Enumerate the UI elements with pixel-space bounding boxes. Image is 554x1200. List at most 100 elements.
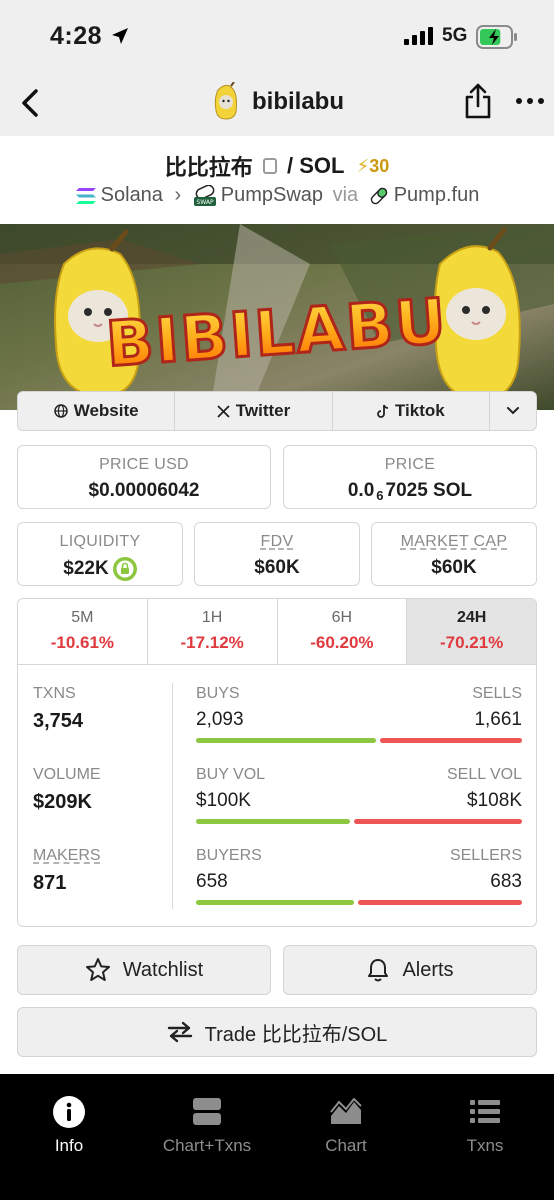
lock-icon[interactable] [112, 557, 137, 581]
price-native-zeros: 6 [376, 488, 384, 503]
status-bar: 4:28 5G [0, 0, 554, 74]
tab-chart-txns-label: Chart+Txns [162, 1136, 252, 1155]
timeframe-change: -70.21% [439, 633, 504, 652]
market-cap-card: MARKET CAP $60K [371, 522, 537, 586]
twitter-label: Twitter [235, 401, 291, 420]
pumpswap-badge-text: SWAP [196, 199, 214, 206]
price-usd-card: PRICE USD $0.00006042 [17, 445, 271, 509]
pumpswap-icon: SWAP [193, 184, 216, 206]
timeframe-label: 6H [331, 609, 353, 626]
buys-value: 2,093 [196, 709, 244, 730]
price-native-prefix: 0.0 [347, 480, 375, 501]
website-label: Website [73, 401, 139, 420]
dex-link[interactable]: PumpSwap [221, 184, 323, 206]
price-native-label: PRICE [384, 456, 436, 473]
makers-label[interactable]: MAKERS [33, 847, 101, 865]
sells-bar [379, 738, 522, 743]
alerts-button[interactable]: Alerts [283, 945, 537, 995]
volume-split-row: BUY VOL SELL VOL $100K $108K [196, 766, 522, 824]
share-icon[interactable] [462, 82, 494, 120]
makers-value: 871 [33, 872, 67, 894]
via-label: via [332, 184, 359, 206]
watchlist-label: Watchlist [122, 958, 204, 981]
buy-vol-bar [196, 819, 351, 824]
back-chevron-icon[interactable] [16, 86, 46, 120]
tab-txns[interactable]: Txns [416, 1094, 554, 1156]
tab-1h[interactable]: 1H -17.12% [148, 599, 278, 664]
buys-label: BUYS [196, 685, 240, 702]
route-chevron-icon: › [174, 184, 182, 206]
buyers-label: BUYERS [196, 847, 262, 864]
tab-info[interactable]: Info [0, 1094, 138, 1156]
pair-route: Solana › SWAP PumpSwap via Pump.fun [0, 184, 554, 207]
volume-split-bar [196, 819, 522, 824]
twitter-link[interactable]: Twitter [175, 392, 333, 430]
social-expand-toggle[interactable] [490, 392, 536, 430]
fdv-label[interactable]: FDV [195, 533, 359, 551]
liquidity-value-row: $22K [18, 557, 182, 581]
chain-link[interactable]: Solana [101, 184, 163, 206]
bolt-icon: ⚡ [356, 155, 370, 176]
bell-icon [368, 959, 389, 982]
volume-label: VOLUME [33, 766, 101, 783]
tab-info-label: Info [54, 1136, 84, 1155]
area-chart-icon [330, 1098, 362, 1124]
pair-header: 比比拉布 / SOL ⚡30 Solana › SWAP PumpSwap vi… [0, 136, 554, 224]
swap-arrows-icon [167, 1021, 192, 1043]
watchlist-button[interactable]: Watchlist [17, 945, 271, 995]
fdv-card: FDV $60K [194, 522, 360, 586]
price-native-suffix: 7025 SOL [385, 480, 473, 501]
sell-vol-value: $108K [467, 790, 522, 811]
pair-separator: / [286, 153, 294, 178]
tab-chart-txns[interactable]: Chart+Txns [138, 1094, 276, 1156]
buys-bar [196, 738, 376, 743]
tiktok-link[interactable]: Tiktok [333, 392, 490, 430]
buyers-bar [196, 900, 354, 905]
bottom-tab-bar: Info Chart+Txns Chart Txns [0, 1074, 554, 1200]
timeframe-label: 24H [456, 609, 487, 626]
timeframe-change: -17.12% [180, 633, 244, 652]
copy-icon[interactable] [262, 158, 277, 174]
timeframe-change: -60.20% [310, 633, 374, 652]
price-usd-value: $0.00006042 [88, 480, 200, 501]
sellers-bar [357, 900, 522, 905]
token-banner-image: BIBILABU [0, 224, 554, 410]
sell-vol-label: SELL VOL [446, 766, 522, 783]
boost-badge[interactable]: ⚡30 [356, 155, 390, 176]
volume-value: $209K [33, 791, 92, 813]
tiktok-icon [377, 404, 388, 418]
network-type: 5G [442, 25, 468, 46]
tab-24h[interactable]: 24H -70.21% [407, 599, 536, 664]
alerts-label: Alerts [402, 958, 454, 981]
status-time: 4:28 [50, 22, 103, 50]
timeframe-tabs: 5M -10.61% 1H -17.12% 6H -60.20% 24H -70.21% [17, 598, 537, 664]
chevron-down-icon [506, 407, 519, 415]
website-link[interactable]: Website [18, 392, 176, 430]
more-options-icon[interactable] [514, 94, 546, 108]
tab-chart[interactable]: Chart [277, 1094, 415, 1156]
x-logo-icon [217, 404, 230, 418]
pair-name-row: 比比拉布 / SOL ⚡30 [0, 150, 554, 182]
txns-value: 3,754 [33, 710, 84, 732]
liquidity-card: LIQUIDITY $22K [17, 522, 183, 586]
info-icon [53, 1096, 85, 1128]
fdv-value: $60K [254, 557, 300, 578]
trade-button[interactable]: Trade 比比拉布/SOL [17, 1007, 537, 1057]
social-links-bar: Website Twitter Tiktok [17, 391, 537, 431]
tab-5m[interactable]: 5M -10.61% [18, 599, 148, 664]
tab-txns-label: Txns [466, 1136, 504, 1155]
quote-token-name: SOL [299, 153, 345, 178]
buyers-value: 658 [196, 871, 228, 892]
liquidity-label: LIQUIDITY [59, 533, 141, 550]
market-cap-label[interactable]: MARKET CAP [372, 533, 536, 551]
tab-6h[interactable]: 6H -60.20% [278, 599, 408, 664]
base-token-name: 比比拉布 [164, 155, 253, 180]
market-cap-value: $60K [431, 557, 477, 578]
timeframe-label: 1H [201, 609, 223, 626]
buy-vol-value: $100K [196, 790, 251, 811]
liquidity-value: $22K [63, 558, 109, 580]
stats-panel: TXNS 3,754 VOLUME $209K MAKERS 871 BUYS S… [17, 664, 537, 927]
sell-vol-bar [354, 819, 522, 824]
signal-icon [404, 27, 433, 45]
launchpad-link[interactable]: Pump.fun [394, 184, 480, 206]
